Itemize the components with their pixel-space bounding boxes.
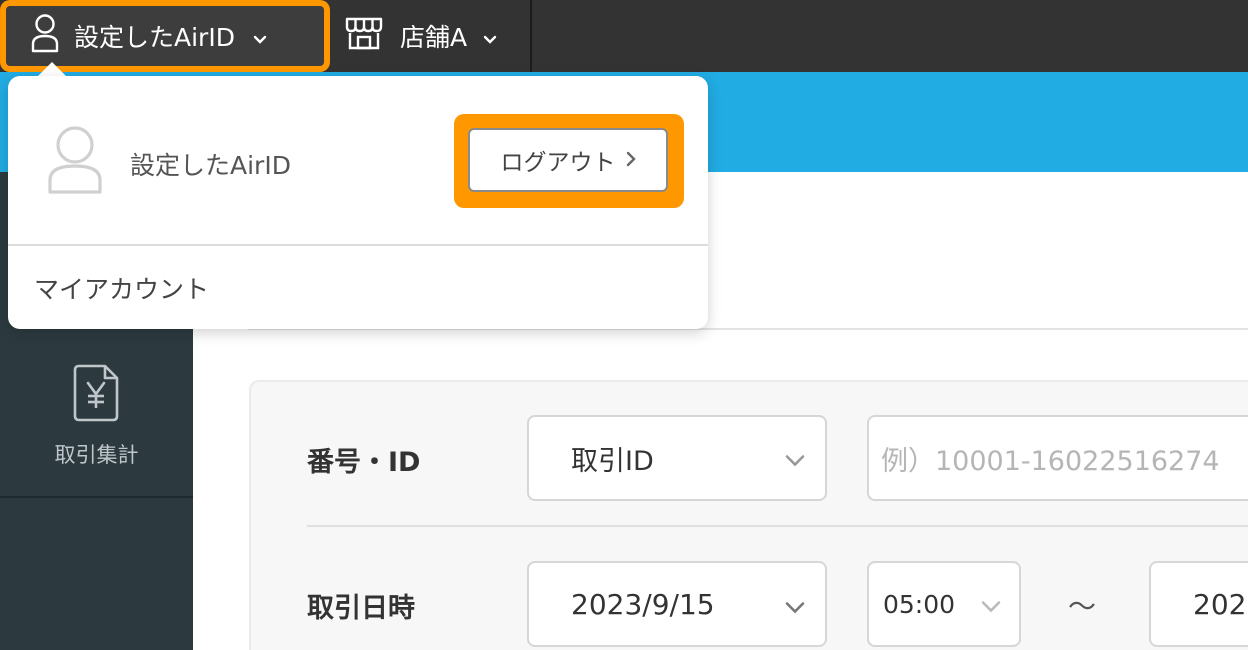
account-menu-label: 設定したAirID (74, 23, 235, 52)
topbar-divider (530, 0, 532, 72)
store-menu-button[interactable]: 店舗A (330, 0, 530, 72)
start-time-select[interactable]: 05:00 (867, 561, 1021, 647)
id-row-label: 番号・ID (307, 447, 421, 478)
transaction-id-placeholder: 例）10001-16022516274 (881, 445, 1220, 477)
chevron-down-icon (785, 588, 805, 621)
store-icon (344, 15, 384, 57)
start-date-value: 2023/9/15 (571, 587, 715, 621)
sidebar-item-transaction-summary[interactable]: 取引集計 (0, 336, 193, 498)
user-avatar-icon (46, 124, 104, 200)
my-account-link[interactable]: マイアカウント (34, 270, 209, 306)
sidebar-item-label: 取引集計 (54, 443, 139, 467)
yen-document-icon (71, 363, 123, 427)
dropdown-username: 設定したAirID (130, 151, 291, 180)
logout-button[interactable]: ログアウト (468, 128, 668, 192)
start-date-select[interactable]: 2023/9/15 (527, 561, 827, 647)
chevron-down-icon (253, 22, 267, 51)
user-icon (30, 13, 60, 59)
date-row-label: 取引日時 (307, 593, 415, 624)
chevron-down-icon (785, 443, 805, 474)
form-row-divider (307, 525, 1248, 527)
dropdown-divider (8, 244, 708, 246)
account-dropdown: 設定したAirID ログアウト マイアカウント (8, 76, 708, 329)
store-menu-label: 店舗A (400, 23, 468, 52)
account-menu-inner[interactable]: 設定したAirID (6, 6, 324, 66)
transaction-id-input[interactable]: 例）10001-16022516274 (867, 415, 1248, 501)
id-type-value: 取引ID (571, 445, 654, 477)
top-bar: 設定したAirID 店舗A (0, 0, 1248, 72)
chevron-right-icon (626, 147, 636, 173)
chevron-down-icon (483, 22, 497, 51)
end-date-select[interactable]: 202 (1149, 561, 1248, 647)
chevron-down-icon (981, 590, 1001, 619)
dropdown-pointer (38, 62, 66, 76)
id-type-select[interactable]: 取引ID (527, 415, 827, 501)
logout-label: ログアウト (500, 150, 616, 176)
start-time-value: 05:00 (883, 589, 956, 619)
logout-highlight: ログアウト (454, 114, 684, 208)
date-range-separator: 〜 (1068, 590, 1097, 623)
end-date-value: 202 (1193, 587, 1247, 621)
